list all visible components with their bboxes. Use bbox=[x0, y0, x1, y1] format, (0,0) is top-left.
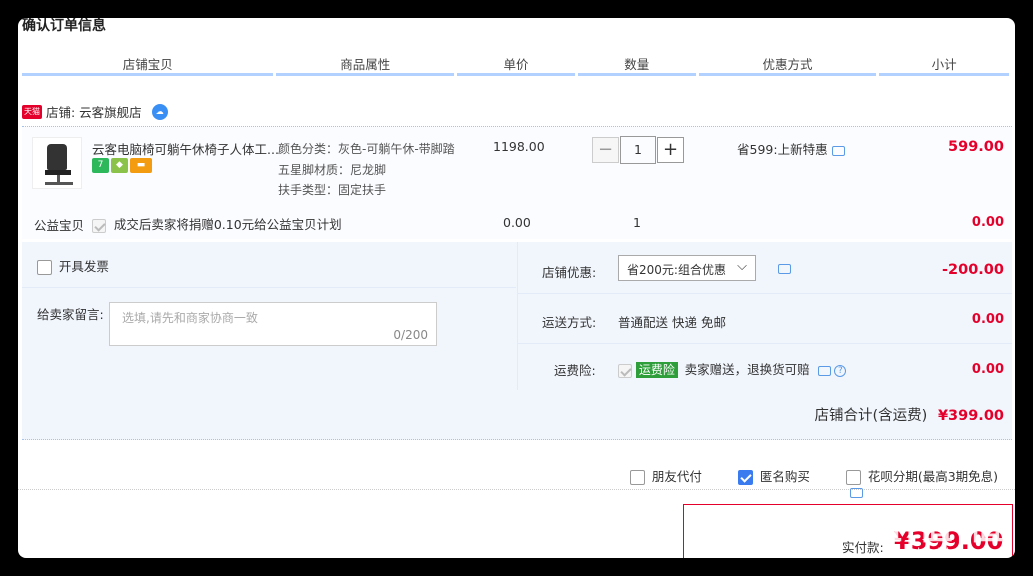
increase-button[interactable]: + bbox=[657, 137, 684, 163]
shop-name[interactable]: 店铺: 云客旗舰店 bbox=[46, 102, 142, 121]
col-price: 单价 bbox=[457, 52, 575, 76]
charity-text: 成交后卖家将捐赠0.10元给公益宝贝计划 bbox=[113, 217, 342, 232]
product-attributes: 颜色分类：灰色-可躺午休-带脚踏 五星脚材质：尼龙脚 扶手类型：固定扶手 bbox=[278, 139, 455, 201]
shop-total-amount: ¥399.00 bbox=[937, 408, 1004, 424]
invoice-row: 开具发票 bbox=[22, 242, 516, 288]
product-name[interactable]: 云客电脑椅可躺午休椅子人体工... bbox=[92, 139, 279, 158]
message-count: 0/200 bbox=[393, 328, 428, 342]
shop-total-label: 店铺合计(含运费) bbox=[814, 408, 928, 424]
chair-image-icon bbox=[47, 144, 67, 170]
friend-pay-checkbox[interactable] bbox=[630, 470, 645, 485]
insurance-badge: 运费险 bbox=[635, 362, 678, 378]
comment-icon[interactable] bbox=[831, 145, 845, 156]
col-qty: 数量 bbox=[577, 52, 696, 76]
charity-qty: 1 bbox=[633, 215, 641, 230]
message-placeholder: 选填,请先和商家协商一致 bbox=[122, 311, 258, 325]
item-subtotal: 599.00 bbox=[948, 139, 1004, 155]
shipping-amount: 0.00 bbox=[971, 312, 1004, 327]
chair-base bbox=[45, 182, 73, 185]
shipping-value: 普通配送 快递 免邮 bbox=[618, 315, 726, 330]
help-icon[interactable]: ? bbox=[834, 364, 847, 377]
col-subtotal: 小计 bbox=[879, 52, 1009, 76]
watermark: 值|值|值 zhizhizhi.com bbox=[868, 510, 1005, 558]
watermark-main: 值|值|值 bbox=[868, 508, 1005, 548]
charity-row: 公益宝贝 成交后卖家将捐赠0.10元给公益宝贝计划 0.00 1 0.00 bbox=[22, 215, 1012, 239]
charity-checkbox-wrap: 成交后卖家将捐赠0.10元给公益宝贝计划 bbox=[92, 214, 342, 233]
insurance-row: 运费险: 运费险 卖家赠送，退换货可赔 ? 0.00 bbox=[518, 344, 1012, 392]
charity-subtotal: 0.00 bbox=[971, 215, 1004, 230]
decrease-button[interactable]: − bbox=[592, 137, 619, 163]
insurance-comment-icon[interactable] bbox=[817, 365, 831, 376]
credit-card-icon: ▬ bbox=[130, 158, 152, 173]
anonymous-label: 匿名购买 bbox=[759, 469, 810, 484]
message-label: 给卖家留言: bbox=[37, 307, 104, 322]
discount-row: 店铺优惠: 省200元:组合优惠 ⌵ -200.00 bbox=[518, 242, 1012, 294]
shop-row: 天猫 店铺: 云客旗舰店 ☁ bbox=[22, 102, 168, 121]
huabei-option[interactable]: 花呗分期(最高3期免息) bbox=[846, 466, 1015, 499]
shop-total-row: 店铺合计(含运费) ¥399.00 bbox=[22, 390, 1012, 440]
shipping-row: 运送方式: 普通配送 快递 免邮 0.00 bbox=[518, 294, 1012, 344]
huabei-checkbox[interactable] bbox=[846, 470, 861, 485]
shop-total: 店铺合计(含运费) ¥399.00 bbox=[815, 404, 1004, 425]
payment-options: 朋友代付 匿名购买 花呗分期(最高3期免息) bbox=[18, 454, 1015, 498]
guarantee-icon: ◆ bbox=[111, 158, 128, 173]
product-thumbnail[interactable] bbox=[32, 137, 82, 189]
charity-price: 0.00 bbox=[503, 215, 531, 230]
quantity-input[interactable]: 1 bbox=[620, 136, 656, 164]
anonymous-option[interactable]: 匿名购买 bbox=[738, 466, 810, 485]
huabei-label: 花呗分期(最高3期免息) bbox=[867, 469, 999, 484]
attr-color: 颜色分类：灰色-可躺午休-带脚踏 bbox=[278, 142, 455, 156]
charity-label: 公益宝贝 bbox=[34, 218, 85, 233]
message-input[interactable]: 选填,请先和商家协商一致 0/200 bbox=[109, 302, 437, 346]
column-header: 店铺宝贝 商品属性 单价 数量 优惠方式 小计 bbox=[22, 52, 1012, 76]
col-promo: 优惠方式 bbox=[698, 52, 877, 76]
quantity-stepper: − 1 + bbox=[592, 136, 684, 164]
attr-armrest: 扶手类型：固定扶手 bbox=[278, 183, 387, 197]
anonymous-checkbox[interactable] bbox=[738, 470, 753, 485]
invoice-label: 开具发票 bbox=[58, 259, 109, 274]
chevron-down-icon: ⌵ bbox=[737, 259, 747, 274]
unit-price: 1198.00 bbox=[493, 139, 545, 154]
seven-day-return-icon: 7 bbox=[92, 158, 109, 173]
insurance-text: 卖家赠送，退换货可赔 bbox=[684, 362, 810, 377]
invoice-wrap: 开具发票 bbox=[37, 256, 109, 275]
page-title: 确认订单信息 bbox=[22, 18, 106, 34]
discount-comment-icon[interactable] bbox=[778, 264, 791, 274]
insurance-wrap: 运费险 卖家赠送，退换货可赔 ? bbox=[618, 359, 847, 378]
invoice-checkbox[interactable] bbox=[37, 260, 52, 275]
charity-checkbox[interactable] bbox=[92, 218, 106, 233]
promo-text: 省599:上新特惠 bbox=[737, 139, 845, 158]
tmall-badge: 天猫 bbox=[22, 104, 42, 119]
service-badges: 7 ◆ ▬ bbox=[92, 158, 152, 173]
insurance-label: 运费险: bbox=[554, 363, 596, 378]
insurance-checkbox[interactable] bbox=[618, 363, 632, 378]
order-item: 云客电脑椅可躺午休椅子人体工... 7 ◆ ▬ 颜色分类：灰色-可躺午休-带脚踏… bbox=[22, 126, 1012, 239]
wangwang-chat-icon[interactable]: ☁ bbox=[151, 103, 168, 120]
col-shop-item: 店铺宝贝 bbox=[22, 52, 274, 76]
discount-amount: -200.00 bbox=[942, 262, 1004, 278]
discount-label: 店铺优惠: bbox=[542, 265, 597, 280]
huabei-comment-icon[interactable] bbox=[850, 487, 863, 498]
friend-pay-label: 朋友代付 bbox=[651, 469, 702, 484]
promo-label: 省599:上新特惠 bbox=[737, 142, 828, 157]
order-window: 确认订单信息 店铺宝贝 商品属性 单价 数量 优惠方式 小计 天猫 店铺: 云客… bbox=[18, 18, 1015, 558]
col-attrs: 商品属性 bbox=[276, 52, 455, 76]
insurance-amount: 0.00 bbox=[971, 362, 1004, 377]
friend-pay-option[interactable]: 朋友代付 bbox=[630, 466, 702, 485]
shipping-label: 运送方式: bbox=[542, 315, 597, 330]
discount-select[interactable]: 省200元:组合优惠 ⌵ bbox=[618, 255, 756, 281]
discount-value: 省200元:组合优惠 bbox=[627, 263, 726, 277]
attr-base: 五星脚材质：尼龙脚 bbox=[278, 162, 387, 177]
